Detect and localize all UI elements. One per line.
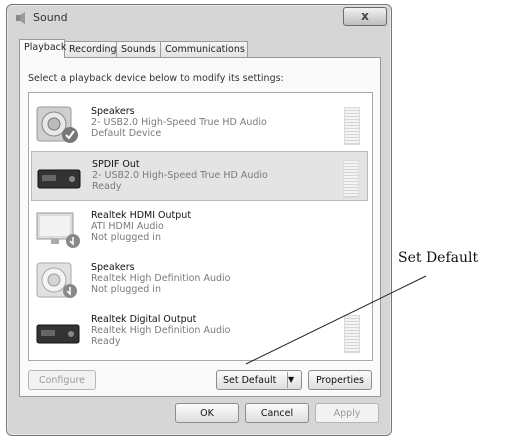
device-item-selected[interactable]: SPDIF Out 2- USB2.0 High-Speed True HD A… <box>31 151 368 201</box>
device-text: SPDIF Out 2- USB2.0 High-Speed True HD A… <box>92 159 268 192</box>
title-bar: Sound x <box>7 5 391 31</box>
level-meter <box>344 315 360 353</box>
sound-dialog: Sound x Playback Recording Sounds Commun… <box>6 4 392 436</box>
device-name: Realtek HDMI Output <box>91 210 192 221</box>
close-button[interactable]: x <box>343 7 387 26</box>
chevron-down-icon[interactable]: ▼ <box>287 372 302 388</box>
device-status: Not plugged in <box>91 284 161 295</box>
device-text: Realtek HDMI Output ATI HDMI Audio Not p… <box>91 210 191 243</box>
device-item[interactable]: Realtek Digital Output Realtek High Defi… <box>31 307 368 357</box>
device-driver: ATI HDMI Audio <box>91 221 164 232</box>
cancel-button[interactable]: Cancel <box>245 403 309 423</box>
digital-output-icon <box>36 324 80 344</box>
spdif-device-icon <box>37 169 81 189</box>
device-text: Speakers Realtek High Definition Audio N… <box>91 262 230 295</box>
device-text: Realtek Digital Output Realtek High Defi… <box>91 314 230 347</box>
instructions-text: Select a playback device below to modify… <box>28 73 284 84</box>
apply-button[interactable]: Apply <box>315 403 379 423</box>
playback-panel: Select a playback device below to modify… <box>19 57 381 397</box>
device-item[interactable]: Realtek HDMI Output ATI HDMI Audio Not p… <box>31 203 368 253</box>
window-title: Sound <box>33 11 68 24</box>
device-item[interactable]: Speakers Realtek High Definition Audio N… <box>31 255 368 305</box>
device-status: Not plugged in <box>91 232 161 243</box>
tab-communications[interactable]: Communications <box>160 41 248 57</box>
device-text: Speakers 2- USB2.0 High-Speed True HD Au… <box>91 106 267 139</box>
set-default-button[interactable]: Set Default ▼ <box>216 370 302 390</box>
tab-playback[interactable]: Playback <box>19 39 66 58</box>
hdmi-monitor-icon <box>36 212 80 248</box>
device-driver: Realtek High Definition Audio <box>91 325 231 336</box>
configure-button[interactable]: Configure <box>28 370 96 390</box>
level-meter <box>343 160 359 198</box>
level-meter <box>344 107 360 145</box>
device-driver: Realtek High Definition Audio <box>91 273 231 284</box>
ok-button[interactable]: OK <box>175 403 239 423</box>
properties-button[interactable]: Properties <box>308 370 372 390</box>
device-driver: 2- USB2.0 High-Speed True HD Audio <box>91 117 267 128</box>
tab-recording[interactable]: Recording <box>64 41 117 57</box>
device-list[interactable]: Speakers 2- USB2.0 High-Speed True HD Au… <box>28 92 373 361</box>
tab-sounds[interactable]: Sounds <box>116 41 161 57</box>
device-name: SPDIF Out <box>92 159 140 170</box>
speaker-default-icon <box>36 106 78 143</box>
device-status: Ready <box>92 181 122 192</box>
speaker-app-icon <box>16 12 25 24</box>
set-default-label: Set Default <box>223 375 277 386</box>
device-name: Speakers <box>91 106 135 117</box>
device-driver: 2- USB2.0 High-Speed True HD Audio <box>92 170 268 181</box>
device-name: Realtek Digital Output <box>91 314 197 325</box>
device-item[interactable]: Speakers 2- USB2.0 High-Speed True HD Au… <box>31 99 368 149</box>
device-status: Default Device <box>91 128 162 139</box>
set-default-callout-label: Set Default <box>398 250 479 266</box>
device-status: Ready <box>91 336 121 347</box>
device-name: Speakers <box>91 262 135 273</box>
speaker-unplugged-icon <box>36 262 77 298</box>
